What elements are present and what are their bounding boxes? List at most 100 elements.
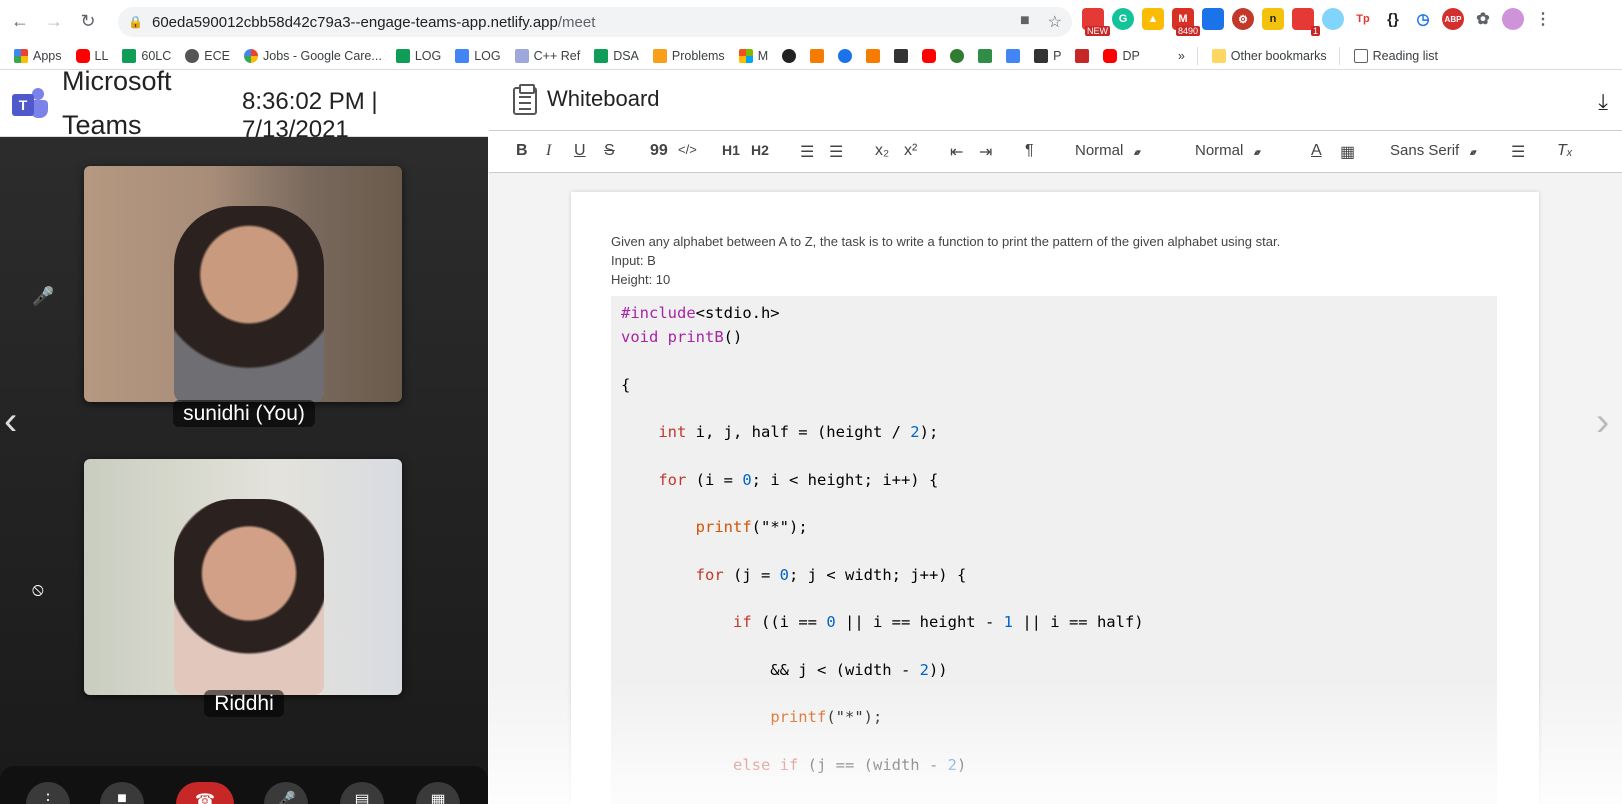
- bookmark-log-1[interactable]: LOG: [395, 48, 441, 63]
- address-bar[interactable]: 🔒 60eda590012cbb58d42c79a3--engage-teams…: [118, 7, 1072, 37]
- docs-icon: [1006, 48, 1021, 63]
- code-block-button[interactable]: </>: [678, 142, 697, 157]
- bookmark-dp[interactable]: DP: [1103, 48, 1140, 63]
- participant-video: [174, 206, 324, 402]
- youtube-icon: [1103, 48, 1118, 63]
- sheets-icon: [395, 48, 410, 63]
- bookmark-youtube[interactable]: [922, 48, 937, 63]
- font-color-icon[interactable]: A: [1311, 142, 1322, 160]
- bookmarks-overflow[interactable]: »: [1178, 49, 1185, 63]
- calendar-icon[interactable]: [1202, 8, 1224, 30]
- gfg-icon: [978, 48, 993, 63]
- back-icon[interactable]: ←: [6, 7, 34, 35]
- mic-icon: 🎤: [32, 286, 55, 306]
- whiteboard-document[interactable]: Given any alphabet between A to Z, the t…: [571, 192, 1539, 804]
- bookmark-kattis[interactable]: [866, 48, 881, 63]
- font-select[interactable]: Sans Serif: [1390, 142, 1475, 159]
- bookmark-problems[interactable]: Problems: [652, 48, 725, 63]
- clear-format-icon[interactable]: Tₓ: [1557, 142, 1573, 160]
- bookmark-apps[interactable]: Apps: [14, 48, 62, 63]
- text-direction-icon[interactable]: ¶: [1025, 142, 1034, 160]
- mic-toggle-button[interactable]: 🎤: [264, 782, 308, 804]
- forward-icon[interactable]: →: [40, 7, 68, 35]
- download-icon[interactable]: ⤓: [1598, 89, 1608, 115]
- more-options-button[interactable]: ⋮: [26, 782, 70, 804]
- clock-extension-icon[interactable]: ◷: [1412, 8, 1434, 30]
- camera-toggle-button[interactable]: ■: [100, 782, 144, 804]
- align-icon[interactable]: ☰: [1511, 142, 1525, 162]
- bookmark-log-2[interactable]: LOG: [455, 48, 501, 63]
- other-bookmarks[interactable]: Other bookmarks: [1211, 48, 1327, 63]
- bookmark-github[interactable]: [782, 48, 797, 63]
- chat-button[interactable]: ▤: [340, 782, 384, 804]
- subscript-button[interactable]: x₂: [875, 142, 889, 160]
- heading1-button[interactable]: H1: [722, 142, 740, 158]
- bookmark-leetcode[interactable]: [894, 48, 909, 63]
- call-controls: ⋮ ■ ☎ 🎤 ▤ ▦: [0, 766, 488, 804]
- new-extension-icon[interactable]: NEW: [1082, 8, 1110, 36]
- mic-muted-icon: ⦸: [32, 579, 44, 599]
- clipboard-icon: [513, 84, 537, 115]
- bookmark-m[interactable]: M: [738, 48, 768, 63]
- bookmark-gfg[interactable]: [978, 48, 993, 63]
- size-select[interactable]: Normal: [1075, 142, 1139, 159]
- sheets-icon: [594, 48, 609, 63]
- bulb-extension-icon[interactable]: [1322, 8, 1344, 30]
- bookmark-grepper[interactable]: [950, 48, 965, 63]
- leetcode-icon: [894, 48, 909, 63]
- grammarly-icon[interactable]: G: [1112, 8, 1134, 30]
- bookmark-c[interactable]: [838, 48, 853, 63]
- menu-kebab-icon[interactable]: ⋮: [1532, 8, 1554, 30]
- url-host: 60eda590012cbb58d42c79a3--engage-teams-a…: [152, 13, 558, 31]
- code-line: {: [621, 376, 631, 394]
- kattis-icon: [866, 48, 881, 63]
- profile-avatar[interactable]: [1502, 8, 1524, 30]
- superscript-button[interactable]: x²: [904, 142, 917, 160]
- background-color-icon[interactable]: ▦: [1340, 142, 1355, 162]
- strike-button[interactable]: S: [604, 142, 615, 160]
- drive-icon[interactable]: ▲: [1142, 8, 1164, 30]
- todo-extension-icon[interactable]: 1: [1292, 8, 1320, 36]
- gear-extension-icon[interactable]: ⚙: [1232, 8, 1254, 30]
- braces-extension-icon[interactable]: {}: [1382, 8, 1404, 30]
- code-line: && j < (width - 2)): [621, 661, 948, 679]
- adblock-icon[interactable]: ABP: [1442, 8, 1464, 30]
- bookmark-codeforces[interactable]: [810, 48, 825, 63]
- bookmark-jobs[interactable]: Jobs - Google Care...: [244, 48, 382, 63]
- tp-extension-icon[interactable]: Tp: [1352, 8, 1374, 30]
- gmail-icon[interactable]: M 8490: [1172, 8, 1200, 36]
- indent-icon[interactable]: ⇥: [979, 142, 992, 162]
- bookmark-cube[interactable]: [1075, 48, 1090, 63]
- heading2-button[interactable]: H2: [751, 142, 769, 158]
- bookmark-cpp-ref[interactable]: C++ Ref: [514, 48, 580, 63]
- leave-call-button[interactable]: ☎: [176, 782, 234, 804]
- bookmark-docs[interactable]: [1006, 48, 1021, 63]
- blockquote-button[interactable]: 99: [650, 142, 668, 160]
- reading-list[interactable]: Reading list: [1353, 48, 1438, 63]
- notes-extension-icon[interactable]: n: [1262, 8, 1284, 30]
- camera-icon[interactable]: ■: [1020, 12, 1030, 32]
- bookmark-p[interactable]: P: [1034, 48, 1061, 63]
- star-icon[interactable]: ☆: [1048, 12, 1062, 32]
- italic-button[interactable]: I: [546, 142, 551, 160]
- apps-grid-icon: [14, 48, 28, 63]
- code-block: #include<stdio.h> void printB() { int i,…: [611, 296, 1497, 804]
- extensions-area: NEW G ▲ M 8490 ⚙ n 1 Tp {} ◷ ABP ✿ ⋮: [1082, 8, 1554, 36]
- reload-icon[interactable]: ↻: [74, 7, 102, 35]
- bullet-list-icon[interactable]: ☰: [829, 142, 843, 162]
- bold-button[interactable]: B: [516, 142, 528, 160]
- header-select[interactable]: Normal: [1195, 142, 1259, 159]
- ordered-list-icon[interactable]: ☰: [800, 142, 814, 162]
- puzzle-icon[interactable]: ✿: [1472, 8, 1494, 30]
- code-line: for (j = 0; j < width; j++) {: [695, 566, 967, 584]
- input-line: Input: B: [611, 253, 656, 268]
- codeforces-icon: [810, 48, 825, 63]
- code-line: printf("*");: [770, 708, 883, 726]
- underline-button[interactable]: U: [574, 142, 586, 160]
- outdent-icon[interactable]: ⇤: [950, 142, 963, 162]
- whiteboard-button[interactable]: ▦: [416, 782, 460, 804]
- whiteboard-title: Whiteboard: [547, 86, 660, 111]
- bookmark-dsa[interactable]: DSA: [594, 48, 639, 63]
- next-arrow-icon[interactable]: ›: [1596, 400, 1609, 445]
- grepper-icon: [950, 48, 965, 63]
